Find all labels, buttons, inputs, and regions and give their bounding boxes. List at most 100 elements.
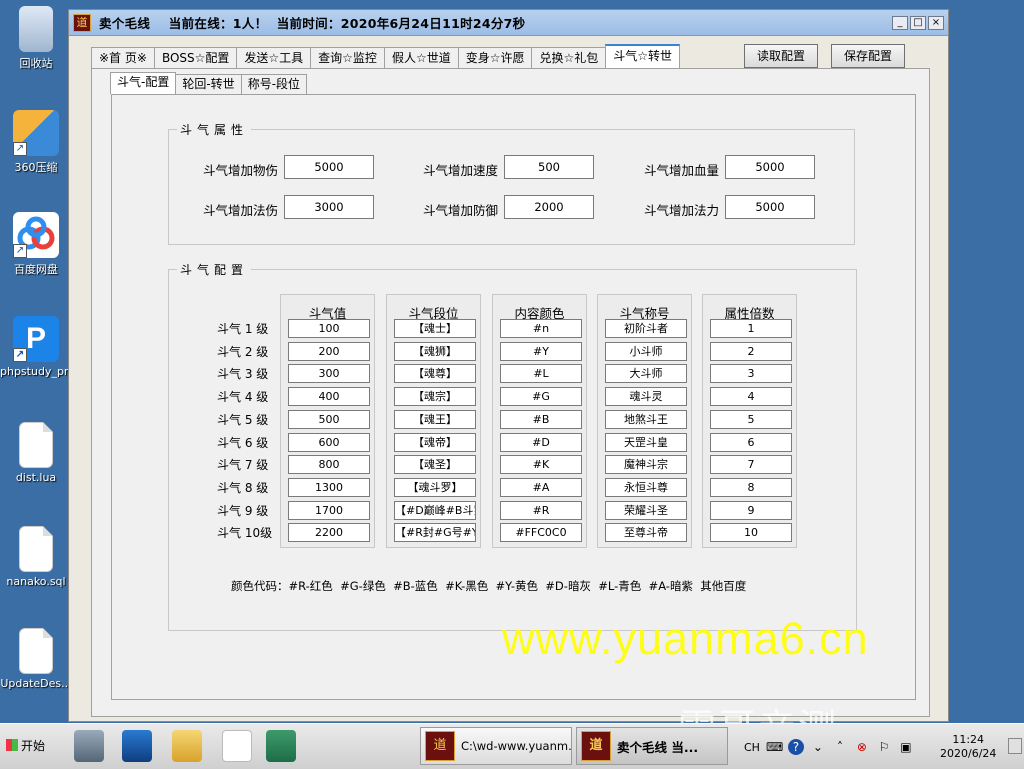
douqi-title-input[interactable]: 地煞斗王 [605,409,687,429]
content-color-input[interactable]: #B [500,409,582,429]
tab-query-monitor[interactable]: 查询☆监控 [310,47,385,68]
attr-multiplier-input[interactable]: 3 [710,364,792,384]
speed-input[interactable]: 500 [504,155,594,179]
attr-multiplier-input[interactable]: 9 [710,500,792,520]
desktop-icon-phpstudy[interactable]: P ↗ phpstudy_pro [0,316,72,378]
attr-multiplier-input[interactable]: 8 [710,477,792,497]
minimize-button[interactable]: _ [892,15,908,30]
save-config-button[interactable]: 保存配置 [831,44,905,68]
task-cmd-window[interactable]: 道 C:\wd-www.yuanm... [420,727,572,765]
douqi-value-input[interactable]: 2200 [288,523,370,543]
attr-multiplier-input[interactable]: 7 [710,455,792,475]
douqi-rank-input[interactable]: 【魂斗罗】 [394,477,476,497]
maximize-button[interactable]: □ [910,15,926,30]
powershell-icon[interactable] [122,730,152,762]
action-center-flag-icon[interactable]: ⚐ [876,739,892,755]
help-icon[interactable]: ? [787,739,804,755]
douqi-title-input[interactable]: 至尊斗帝 [605,523,687,543]
douqi-title-input[interactable]: 荣耀斗圣 [605,500,687,520]
douqi-rank-input[interactable]: 【魂尊】 [394,364,476,384]
attr-multiplier-input[interactable]: 1 [710,319,792,338]
douqi-value-input[interactable]: 1300 [288,477,370,497]
language-indicator[interactable]: CH [744,741,760,754]
easy-language-icon[interactable] [266,730,296,762]
phys-damage-input[interactable]: 5000 [284,155,374,179]
douqi-value-input[interactable]: 600 [288,432,370,452]
douqi-value-input[interactable]: 500 [288,409,370,429]
content-color-input[interactable]: #R [500,500,582,520]
douqi-rank-input[interactable]: 【魂圣】 [394,455,476,475]
attr-multiplier-input[interactable]: 6 [710,432,792,452]
task-app-window[interactable]: 道 卖个毛线 当... [576,727,728,765]
ime-options-icon[interactable]: ⌄ [810,739,826,755]
douqi-title-input[interactable]: 大斗师 [605,364,687,384]
hp-input[interactable]: 5000 [725,155,815,179]
tab-exchange-gift[interactable]: 兑换☆礼包 [531,47,607,68]
show-desktop-button[interactable] [1008,738,1022,754]
display-icon[interactable]: ▣ [898,739,914,755]
attr-multiplier-input[interactable]: 4 [710,387,792,407]
attr-multiplier-input[interactable]: 5 [710,409,792,429]
tab-home[interactable]: ※首 页※ [91,47,155,68]
douqi-title-input[interactable]: 初阶斗者 [605,319,687,338]
desktop-icon-dist-lua[interactable]: dist.lua [0,422,72,484]
defense-input[interactable]: 2000 [504,195,594,219]
attr-multiplier-input[interactable]: 2 [710,341,792,361]
douqi-title-input[interactable]: 永恒斗尊 [605,477,687,497]
subtab-title-rank[interactable]: 称号-段位 [240,74,308,94]
server-manager-icon[interactable] [74,730,104,762]
content-color-input[interactable]: #A [500,477,582,497]
app-logo-icon: 道 [581,731,611,761]
show-hidden-icons-icon[interactable]: ˄ [832,739,848,755]
douqi-rank-input[interactable]: 【魂士】 [394,319,476,338]
network-icon[interactable]: ⊗ [854,739,870,755]
attr-multiplier-input[interactable]: 10 [710,523,792,543]
douqi-rank-input[interactable]: 【#D巅峰#B斗罗 [394,500,476,520]
content-color-input[interactable]: #D [500,432,582,452]
douqi-rank-input[interactable]: 【#R封#G号#Y斗 [394,523,476,543]
tab-bots-world[interactable]: 假人☆世道 [383,47,459,68]
content-color-input[interactable]: #n [500,319,582,338]
magic-damage-input[interactable]: 3000 [284,195,374,219]
column-douqi-value: 斗气值 100 200 300 400 500 600 800 1300 1700 2200 [280,294,375,548]
start-button[interactable]: 开始 [2,730,52,762]
tab-boss-config[interactable]: BOSS☆配置 [153,47,238,68]
content-color-input[interactable]: #Y [500,341,582,361]
douqi-value-input[interactable]: 400 [288,387,370,407]
content-color-input[interactable]: #G [500,387,582,407]
close-button[interactable]: × [928,15,944,30]
douqi-title-input[interactable]: 魔神斗宗 [605,455,687,475]
clock[interactable]: 11:24 2020/6/24 [940,733,996,761]
subtab-reincarnation[interactable]: 轮回-转世 [175,74,242,94]
tab-douqi-rebirth[interactable]: 斗气☆转世 [605,44,680,68]
douqi-title-input[interactable]: 天罡斗皇 [605,432,687,452]
content-color-input[interactable]: #L [500,364,582,384]
read-config-button[interactable]: 读取配置 [744,44,818,68]
desktop-icon-updatedes[interactable]: UpdateDes... [0,628,72,690]
douqi-value-input[interactable]: 800 [288,455,370,475]
douqi-value-input[interactable]: 1700 [288,500,370,520]
desktop-icon-360zip[interactable]: ↗ 360压缩 [0,110,72,175]
explorer-folder-icon[interactable] [172,730,202,762]
keyboard-icon[interactable]: ⌨ [766,739,783,755]
douqi-rank-input[interactable]: 【魂宗】 [394,387,476,407]
douqi-value-input[interactable]: 300 [288,364,370,384]
content-color-input[interactable]: #FFC0C0 [500,523,582,543]
douqi-title-input[interactable]: 魂斗灵 [605,387,687,407]
title-bar[interactable]: 道 卖个毛线 当前在线：1人！ 当前时间：2020年6月24日11时24分7秒 … [69,10,948,36]
content-color-input[interactable]: #K [500,455,582,475]
desktop-icon-nanako-sql[interactable]: nanako.sql [0,526,72,588]
mana-input[interactable]: 5000 [725,195,815,219]
tab-send-tools[interactable]: 发送☆工具 [236,47,312,68]
douqi-value-input[interactable]: 100 [288,319,370,338]
douqi-value-input[interactable]: 200 [288,341,370,361]
desktop-icon-recycle-bin[interactable]: 回收站 [0,6,72,71]
douqi-rank-input[interactable]: 【魂狮】 [394,341,476,361]
subtab-douqi-config[interactable]: 斗气-配置 [110,72,177,94]
douqi-rank-input[interactable]: 【魂王】 [394,409,476,429]
douqi-rank-input[interactable]: 【魂帝】 [394,432,476,452]
tab-transform-wish[interactable]: 变身☆许愿 [457,47,533,68]
desktop-icon-baidu-netdisk[interactable]: ↗ 百度网盘 [0,212,72,277]
douqi-title-input[interactable]: 小斗师 [605,341,687,361]
baidu-netdisk-icon[interactable] [222,730,252,762]
